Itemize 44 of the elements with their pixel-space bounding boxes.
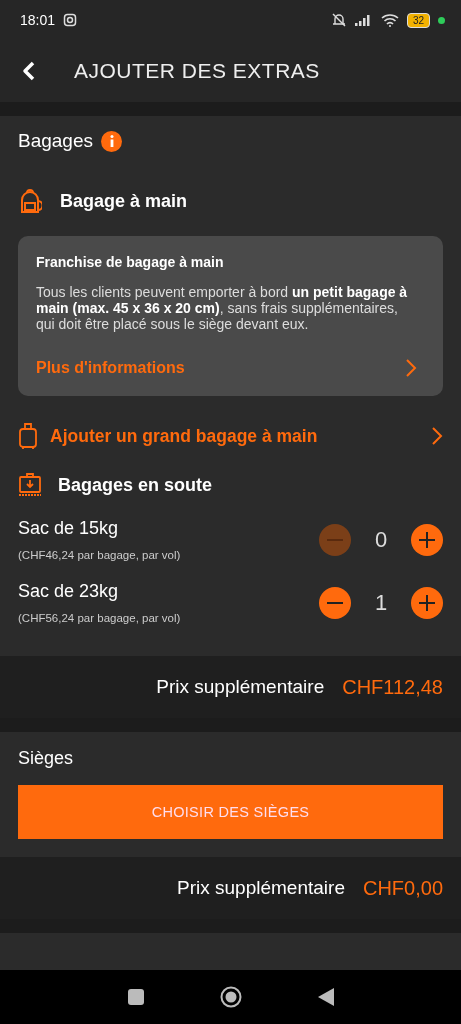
section-title: Bagages	[18, 130, 93, 152]
allowance-text: Tous les clients peuvent emporter à bord un petit bagage à main (max. 45 x 36 x 20 cm), sans frais supplémentaires, qui doit être placé sous le siège devant eux.	[36, 284, 409, 332]
camera-icon	[63, 13, 78, 27]
plus-button[interactable]	[411, 586, 443, 619]
backpack-icon	[18, 188, 42, 214]
suitcase-icon	[18, 422, 38, 450]
wifi-icon	[380, 13, 399, 27]
choose-seats-button[interactable]: CHOISIR DES SIÈGES	[18, 785, 443, 839]
section-title: Sièges	[18, 748, 75, 769]
panel-title: Franchise de bagage à main	[36, 254, 225, 270]
plus-icon	[419, 594, 435, 611]
price-amount: CHF0,00	[362, 876, 443, 900]
plus-button[interactable]	[411, 523, 443, 556]
bag-count: 0	[373, 526, 389, 553]
clock: 18:01	[20, 12, 56, 28]
back-icon[interactable]	[317, 988, 334, 1006]
info-icon[interactable]	[101, 130, 122, 152]
price-label: Prix supplémentaire	[156, 676, 325, 698]
chevron-right-icon	[405, 358, 417, 378]
recents-icon[interactable]	[127, 989, 144, 1005]
bag-count: 1	[373, 589, 389, 616]
back-icon[interactable]	[22, 61, 36, 81]
plus-icon	[419, 531, 435, 548]
muted-bell-icon	[330, 12, 347, 28]
price-label: Prix supplémentaire	[177, 877, 345, 899]
minus-button[interactable]	[319, 586, 351, 619]
signal-icon	[354, 14, 373, 26]
bag-name: Sac de 23kg	[18, 581, 120, 602]
bag-name: Sac de 15kg	[18, 518, 120, 539]
price-amount: CHF112,48	[342, 675, 443, 699]
minus-icon	[327, 538, 343, 541]
bag-price: (CHF46,24 par bagage, par vol)	[18, 549, 182, 561]
battery-level: 32	[406, 12, 430, 28]
subsection-title: Bagage à main	[60, 190, 188, 212]
bag-price: (CHF56,24 par bagage, par vol)	[18, 612, 182, 624]
subsection-title: Bagages en soute	[58, 474, 213, 496]
add-large-bag-button[interactable]: Ajouter un grand bagage à main	[18, 422, 443, 450]
minus-icon	[327, 601, 343, 604]
home-icon[interactable]	[219, 986, 242, 1008]
more-info-link[interactable]: Plus d'informations	[36, 358, 417, 378]
page-title: AJOUTER DES EXTRAS	[74, 59, 320, 83]
baggage-drop-icon	[18, 472, 42, 498]
notification-dot	[438, 16, 445, 24]
chevron-right-icon	[431, 426, 443, 446]
